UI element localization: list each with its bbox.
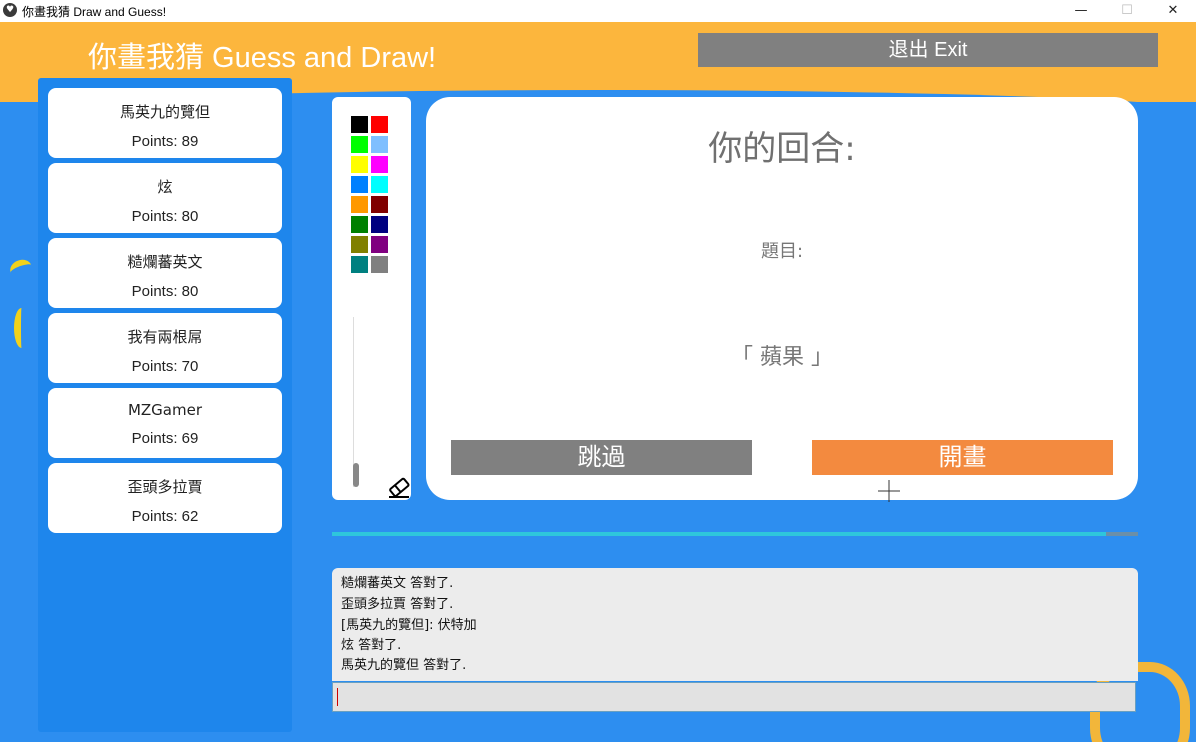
maximize-button[interactable]: ☐ (1104, 0, 1150, 22)
color-swatch[interactable] (351, 196, 368, 213)
player-card: MZGamer Points: 69 (48, 388, 282, 458)
color-swatch[interactable] (351, 236, 368, 253)
color-swatch[interactable] (351, 216, 368, 233)
player-card: 我有兩根屌 Points: 70 (48, 313, 282, 383)
skip-button[interactable]: 跳過 (451, 440, 752, 475)
player-card: 糙爛蕃英文 Points: 80 (48, 238, 282, 308)
chat-message: 馬英九的覽但 答對了. (341, 658, 467, 673)
player-name: 歪頭多拉賈 (127, 478, 203, 496)
window-titlebar: ♥ 你畫我猜 Draw and Guess! — ☐ ✕ (0, 0, 1196, 22)
color-swatch[interactable] (351, 156, 368, 173)
timer-bar (332, 532, 1138, 536)
app-icon: ♥ (3, 3, 17, 17)
color-swatch[interactable] (371, 176, 388, 193)
turn-title: 你的回合: (708, 129, 856, 169)
color-swatch[interactable] (351, 176, 368, 193)
page-title: 你畫我猜 Guess and Draw! (88, 42, 437, 74)
turn-panel: 你的回合: 題目: 「 蘋果 」 跳過 開畫 (426, 97, 1138, 502)
chat-input[interactable] (332, 682, 1136, 712)
player-card: 炫 Points: 80 (48, 163, 282, 233)
color-swatch[interactable] (351, 136, 368, 153)
player-points: Points: 69 (131, 430, 199, 447)
brush-size-handle[interactable] (353, 463, 359, 487)
player-name: MZGamer (127, 401, 203, 419)
color-swatch[interactable] (371, 136, 388, 153)
color-swatch[interactable] (371, 156, 388, 173)
player-name: 我有兩根屌 (127, 328, 203, 346)
color-swatch[interactable] (371, 216, 388, 233)
color-swatch[interactable] (351, 116, 368, 133)
player-card: 歪頭多拉賈 Points: 62 (48, 463, 282, 533)
window-title: 你畫我猜 Draw and Guess! (22, 5, 167, 19)
exit-button[interactable]: 退出 Exit (698, 33, 1158, 67)
player-points: Points: 80 (131, 283, 199, 300)
doodle-stroke (14, 308, 29, 348)
text-caret (337, 688, 338, 706)
chat-message: 炫 答對了. (341, 638, 402, 653)
color-palette (332, 97, 411, 500)
color-swatch[interactable] (351, 256, 368, 273)
color-swatch[interactable] (371, 256, 388, 273)
minimize-button[interactable]: — (1058, 0, 1104, 22)
start-drawing-button[interactable]: 開畫 (812, 440, 1113, 475)
player-points: Points: 62 (131, 508, 199, 525)
chat-message: 歪頭多拉賈 答對了. (341, 597, 454, 612)
doodle-stroke (7, 256, 35, 282)
topic-word: 「 蘋果 」 (731, 345, 833, 370)
close-button[interactable]: ✕ (1150, 0, 1196, 22)
player-name: 馬英九的覽但 (119, 103, 210, 121)
chat-message: [馬英九的覽但]: 伏特加 (341, 618, 477, 633)
player-points: Points: 70 (131, 358, 199, 375)
chat-log: 糙爛蕃英文 答對了. 歪頭多拉賈 答對了. [馬英九的覽但]: 伏特加 炫 答對… (332, 568, 1138, 681)
color-swatch[interactable] (371, 116, 388, 133)
player-card: 馬英九的覽但 Points: 89 (48, 88, 282, 158)
topic-label: 題目: (760, 241, 804, 262)
player-name: 糙爛蕃英文 (127, 253, 203, 271)
chat-message: 糙爛蕃英文 答對了. (341, 576, 454, 591)
color-swatch[interactable] (371, 196, 388, 213)
color-swatch[interactable] (371, 236, 388, 253)
player-points: Points: 80 (131, 208, 199, 225)
brush-size-slider[interactable] (353, 317, 354, 487)
player-list: 馬英九的覽但 Points: 89 炫 Points: 80 糙爛蕃英文 Poi… (38, 78, 292, 732)
player-name: 炫 (157, 178, 173, 196)
crosshair-cursor-icon (878, 480, 900, 502)
eraser-icon[interactable] (387, 475, 411, 499)
timer-fill (332, 532, 1106, 536)
player-points: Points: 89 (131, 133, 199, 150)
